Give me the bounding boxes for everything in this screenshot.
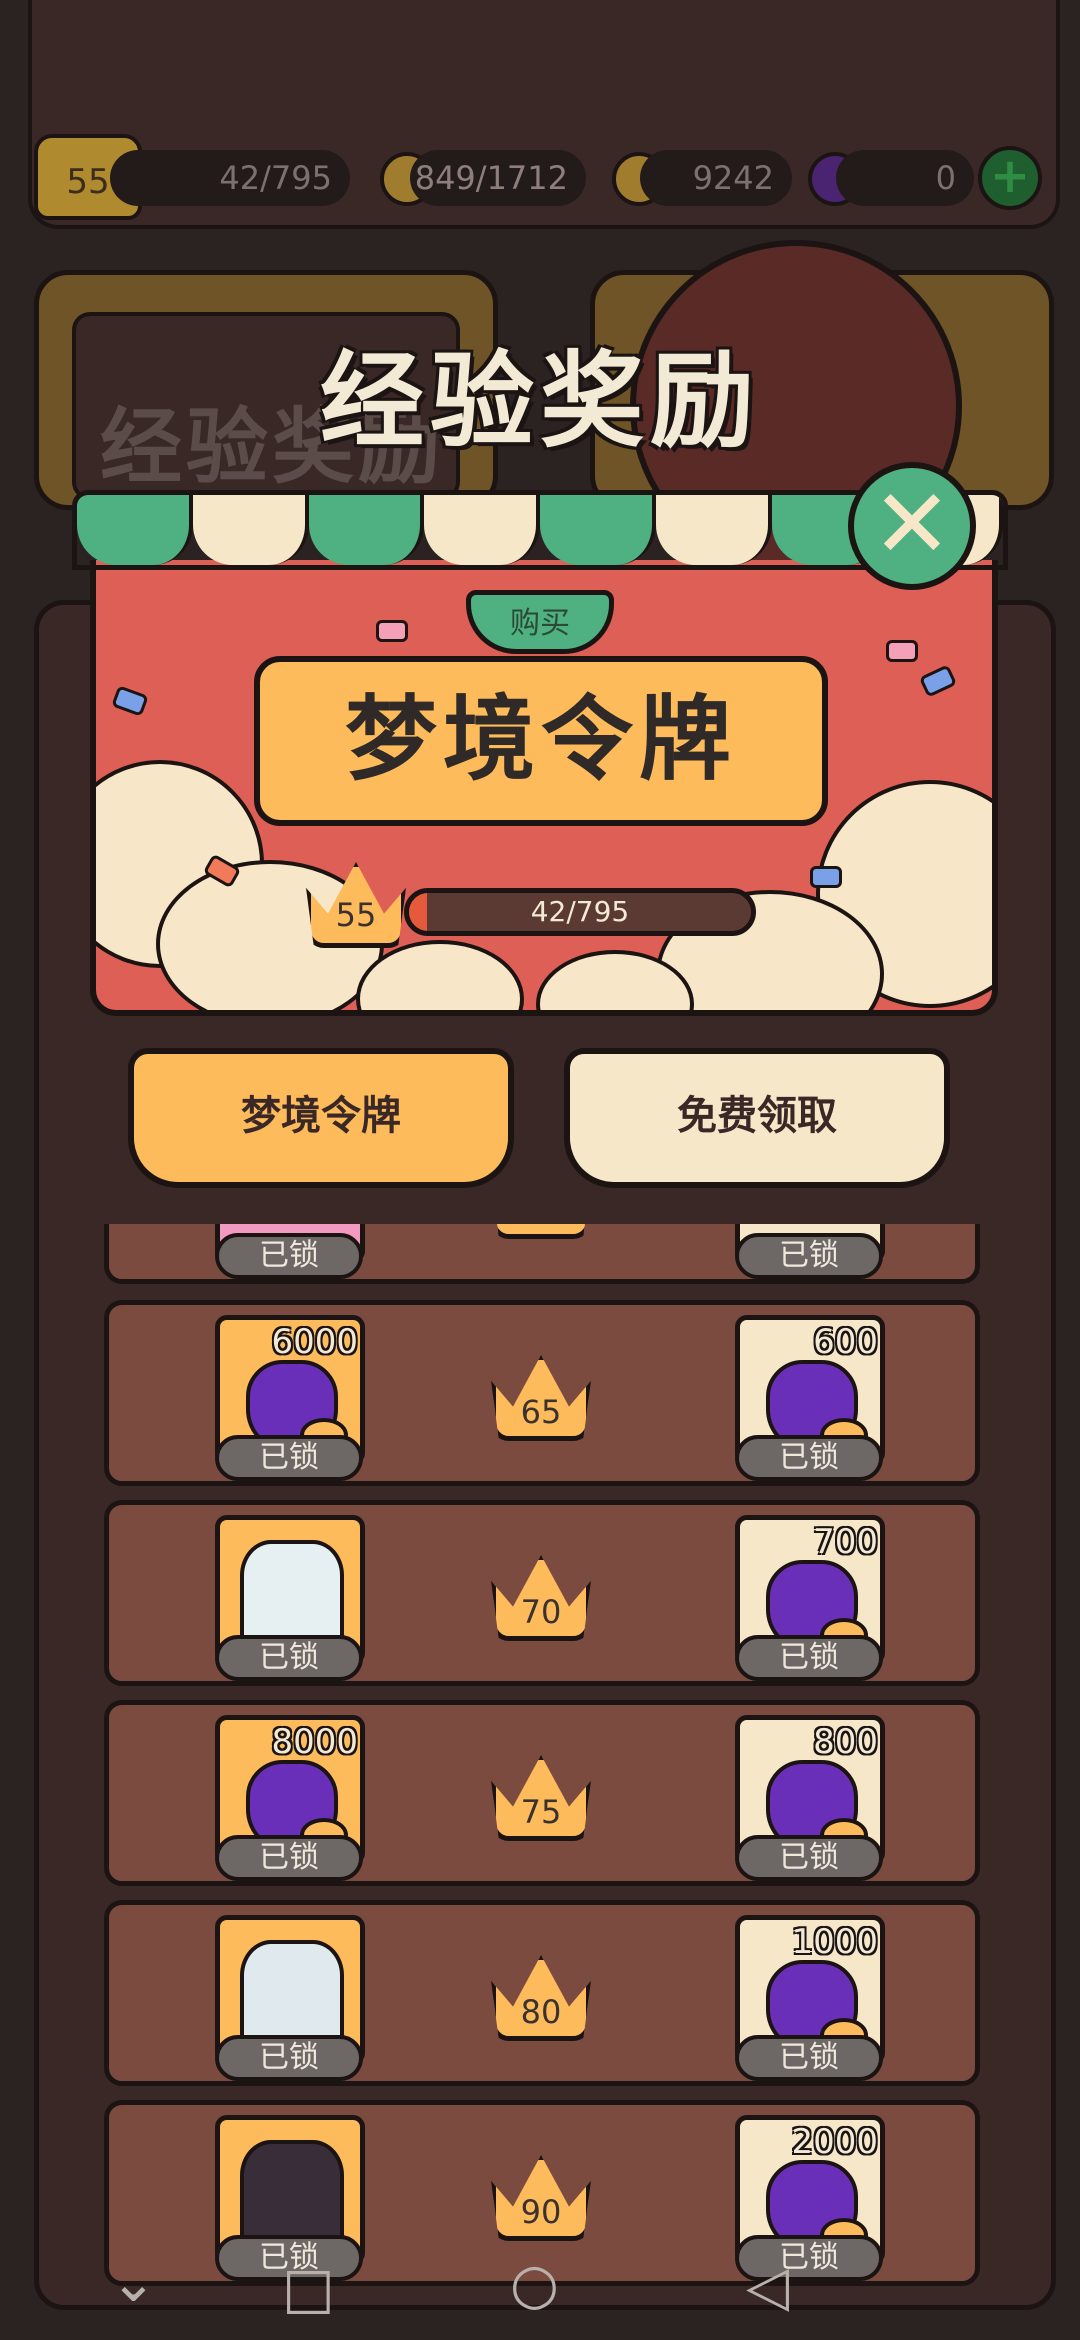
reward-row: 6000 600 65 已锁 已锁: [104, 1300, 980, 1486]
dialog-level: 55: [335, 896, 377, 934]
reward-quantity: 600: [813, 1322, 878, 1362]
stamina-value: 849/1712: [414, 159, 568, 197]
row-level: 90: [520, 2193, 562, 2231]
back-icon[interactable]: ◁: [746, 2254, 789, 2319]
reward-quantity: 1000: [791, 1922, 878, 1962]
reward-quantity: 2000: [791, 2122, 878, 2162]
system-nav-bar: ⌄ □ ○ ◁: [0, 2240, 1080, 2340]
reward-row-partial: 60 已锁 已锁: [104, 1224, 980, 1284]
locked-label: 已锁: [735, 1835, 883, 1881]
reward-row: 8000 800 75 已锁 已锁: [104, 1700, 980, 1886]
row-level: 75: [520, 1793, 562, 1831]
reward-quantity: 800: [813, 1722, 878, 1762]
locked-label: 已锁: [735, 1233, 883, 1279]
tab-free-claim[interactable]: 免费领取: [564, 1048, 950, 1188]
dream-pass-buy-button[interactable]: 梦境令牌: [254, 656, 828, 826]
row-level-crown: 80: [491, 1955, 591, 2041]
locked-label: 已锁: [215, 1435, 363, 1481]
confetti-decoration: [376, 620, 408, 642]
row-level: 60: [491, 1224, 591, 1229]
row-level: 80: [520, 1993, 562, 2031]
row-level-crown: 70: [491, 1555, 591, 1641]
player-level: 55: [66, 162, 110, 202]
coin-counter: 9242: [640, 150, 792, 206]
exp-counter: 42/795: [110, 150, 350, 206]
reward-list[interactable]: 60 已锁 已锁 600060065已锁已锁70070已锁已锁800080075…: [100, 1224, 984, 2340]
coin-value: 9242: [692, 159, 774, 197]
gem-counter: 0: [836, 150, 974, 206]
exp-value: 42/795: [219, 159, 332, 197]
reward-quantity: 8000: [271, 1722, 358, 1762]
recent-apps-icon[interactable]: □: [282, 2256, 335, 2321]
locked-label: 已锁: [215, 1233, 363, 1279]
stamina-counter: 849/1712: [410, 150, 586, 206]
confetti-decoration: [810, 866, 842, 888]
reward-row: 700 70 已锁 已锁: [104, 1500, 980, 1686]
tab-dream-pass[interactable]: 梦境令牌: [128, 1048, 514, 1188]
row-level-crown: 60: [491, 1224, 591, 1239]
row-level: 65: [520, 1393, 562, 1431]
locked-label: 已锁: [215, 1835, 363, 1881]
locked-label: 已锁: [215, 1635, 363, 1681]
reward-row: 1000 80 已锁 已锁: [104, 1900, 980, 2086]
confetti-decoration: [918, 664, 958, 698]
chevron-down-icon[interactable]: ⌄: [110, 2250, 157, 2315]
gem-value: 0: [935, 159, 956, 197]
row-level: 70: [520, 1593, 562, 1631]
reward-quantity: 6000: [271, 1322, 358, 1362]
exp-progress-text: 42/795: [530, 895, 630, 928]
confetti-decoration: [886, 640, 918, 662]
row-level-crown: 75: [491, 1755, 591, 1841]
locked-label: 已锁: [735, 1435, 883, 1481]
locked-label: 已锁: [215, 2035, 363, 2081]
dialog-title: 经验奖励: [319, 340, 760, 462]
add-currency-button[interactable]: +: [978, 146, 1042, 210]
buy-tag[interactable]: 购买: [466, 590, 614, 654]
row-level-crown: 90: [491, 2155, 591, 2241]
locked-label: 已锁: [735, 1635, 883, 1681]
close-button[interactable]: ✕: [848, 462, 976, 590]
locked-label: 已锁: [735, 2035, 883, 2081]
home-icon[interactable]: ○: [510, 2252, 559, 2317]
row-level-crown: 65: [491, 1355, 591, 1441]
reward-quantity: 700: [813, 1522, 878, 1562]
confetti-decoration: [111, 685, 149, 717]
